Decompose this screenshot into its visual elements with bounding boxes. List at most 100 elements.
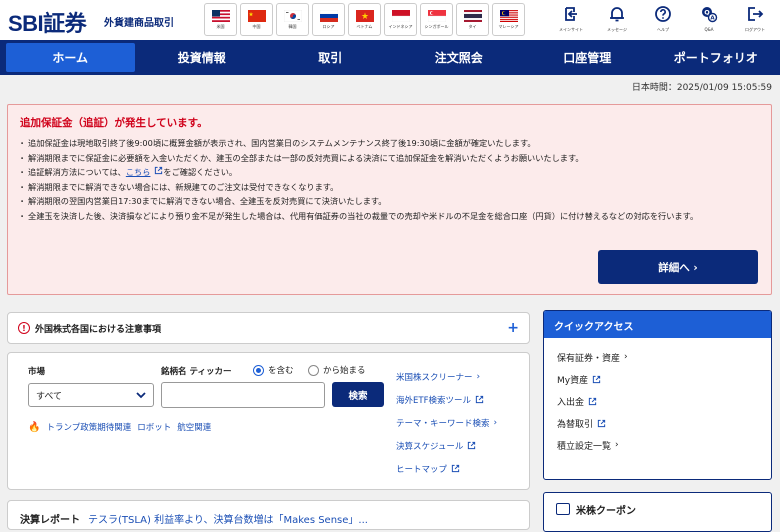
nav-portfolio[interactable]: ポートフォリオ [652, 40, 780, 75]
sg-flag-icon [428, 10, 446, 22]
tool-label: メインサイト [559, 27, 583, 33]
external-link-icon [475, 395, 484, 404]
help-button[interactable]: ヘルプ [640, 2, 686, 38]
flag-label: タイ [457, 24, 489, 29]
ru-flag-icon [320, 10, 338, 22]
nav-home[interactable]: ホーム [6, 43, 135, 72]
sbi-logo[interactable]: SBI証券 [8, 6, 86, 38]
flag-label: ロシア [313, 24, 345, 29]
top-header: SBI証券 外貨建商品取引 米国 中国 韓国 ロシア ベトナム インドネシア [0, 0, 780, 40]
us-flag-icon [212, 10, 230, 22]
quick-label: My資産 [557, 373, 588, 386]
qa-icon: QA [700, 5, 718, 23]
main-site-icon [562, 5, 580, 23]
country-notice-panel[interactable]: ! 外国株式各国における注意事項 + [7, 312, 530, 344]
alert-line: 解消期限までに保証金に必要額を入金いただくか、建玉の全部または一部の反対売買によ… [20, 151, 759, 166]
report-title: 決算レポート [20, 515, 80, 526]
alert-line-link: 追証解消方法については、こちら をご確認ください。 [20, 165, 759, 180]
etf-search-link[interactable]: 海外ETF検索ツール [396, 388, 497, 411]
logout-icon [746, 5, 764, 23]
quick-label: 入出金 [557, 395, 584, 408]
us-stock-coupon-panel[interactable]: 米株クーポン [543, 492, 772, 532]
coupon-icon [556, 503, 570, 515]
keyword-link[interactable]: 航空関連 [177, 421, 211, 433]
alert-here-link[interactable]: こちら [126, 167, 151, 177]
link-label: テーマ・キーワード検索 [396, 417, 490, 429]
flag-label: 米国 [205, 24, 237, 29]
trending-keywords: 🔥 トランプ政策期待関連 ロボット 航空関連 [28, 421, 211, 433]
quick-my-assets-link[interactable]: My資産 [544, 368, 771, 390]
main-site-button[interactable]: メインサイト [548, 2, 594, 38]
flag-label: ベトナム [349, 24, 381, 29]
flag-ru[interactable]: ロシア [312, 3, 345, 36]
tool-links: 米国株スクリーナー› 海外ETF検索ツール テーマ・キーワード検索 › 決算スケジ… [396, 365, 497, 480]
expand-plus-icon[interactable]: + [507, 320, 519, 336]
nav-market-info[interactable]: 投資情報 [138, 40, 267, 75]
keyword-link[interactable]: ロボット [137, 421, 171, 433]
radio-starts-label: から始まる [323, 364, 366, 376]
external-link-icon [467, 441, 476, 450]
quick-holdings-link[interactable]: 保有証券・資産› [544, 346, 771, 368]
svg-text:A: A [710, 16, 715, 22]
flag-vn[interactable]: ベトナム [348, 3, 381, 36]
external-link-icon [588, 397, 597, 406]
nav-trade[interactable]: 取引 [266, 40, 395, 75]
flag-label: 韓国 [277, 24, 309, 29]
logout-button[interactable]: ログアウト [732, 2, 778, 38]
flag-kr[interactable]: 韓国 [276, 3, 309, 36]
quick-label: 保有証券・資産 [557, 351, 620, 364]
tool-label: メッセージ [607, 27, 627, 33]
alert-link-suffix: をご確認ください。 [163, 167, 237, 177]
earnings-schedule-link[interactable]: 決算スケジュール [396, 434, 497, 457]
flag-id[interactable]: インドネシア [384, 3, 417, 36]
alert-link-prefix: 追証解消方法については、 [28, 167, 126, 177]
flag-my[interactable]: マレーシア [492, 3, 525, 36]
quick-recurring-link[interactable]: 積立設定一覧› [544, 434, 771, 456]
us-stock-screener-link[interactable]: 米国株スクリーナー› [396, 365, 497, 388]
cn-flag-icon [248, 10, 266, 22]
search-button[interactable]: 検索 [332, 382, 384, 407]
flag-label: 中国 [241, 24, 273, 29]
flag-cn[interactable]: 中国 [240, 3, 273, 36]
alert-line: 全建玉を決済した後、決済損などにより預り金不足が発生した場合は、代用有価証券の当… [20, 209, 759, 224]
nav-account[interactable]: 口座管理 [523, 40, 652, 75]
qa-button[interactable]: QA Q&A [686, 2, 732, 38]
report-link[interactable]: テスラ(TSLA) 利益率より、決算台数増は「Makes Sense」... [88, 515, 368, 526]
heatmap-link[interactable]: ヒートマップ [396, 457, 497, 480]
link-label: 米国株スクリーナー [396, 371, 473, 383]
earnings-report-panel[interactable]: 決算レポートテスラ(TSLA) 利益率より、決算台数増は「Makes Sense… [7, 500, 530, 530]
fire-icon: 🔥 [28, 422, 40, 433]
link-label: 海外ETF検索ツール [396, 394, 471, 406]
flag-us[interactable]: 米国 [204, 3, 237, 36]
alert-line: 解消期限の翌国内営業日17:30までに解消できない場合、全建玉を反対売買にて決済… [20, 194, 759, 209]
market-select[interactable]: すべて [28, 383, 154, 407]
market-label: 市場 [28, 365, 45, 377]
external-link-icon [592, 375, 601, 384]
flag-th[interactable]: タイ [456, 3, 489, 36]
message-button[interactable]: メッセージ [594, 2, 640, 38]
notice-title: 外国株式各国における注意事項 [35, 322, 507, 335]
chevron-right-icon: › [494, 418, 498, 428]
flag-label: マレーシア [493, 24, 525, 29]
help-icon [654, 5, 672, 23]
external-link-icon [597, 419, 606, 428]
alert-line: 追加保証金は現地取引終了後9:00頃に概算金額が表示され、国内営業日のシステムメ… [20, 136, 759, 151]
header-tools: メインサイト メッセージ ヘルプ QA Q&A ログアウト [548, 2, 778, 38]
radio-contains[interactable]: を含む [253, 364, 294, 376]
quick-deposit-link[interactable]: 入出金 [544, 390, 771, 412]
quick-fx-link[interactable]: 為替取引 [544, 412, 771, 434]
detail-button[interactable]: 詳細へ › [598, 250, 758, 284]
radio-selected-icon [253, 365, 264, 376]
quick-label: 為替取引 [557, 417, 593, 430]
radio-starts-with[interactable]: から始まる [308, 364, 366, 376]
chevron-down-icon [135, 389, 147, 401]
theme-search-link[interactable]: テーマ・キーワード検索 › [396, 411, 497, 434]
keyword-link[interactable]: トランプ政策期待関連 [46, 421, 131, 433]
nav-order-inquiry[interactable]: 注文照会 [395, 40, 524, 75]
flag-label: シンガポール [421, 24, 453, 29]
link-label: ヒートマップ [396, 463, 447, 475]
ticker-input[interactable] [161, 382, 325, 408]
flag-sg[interactable]: シンガポール [420, 3, 453, 36]
stock-search-panel: 市場 すべて 銘柄名 ティッカー を含む から始まる 検索 🔥 トランプ政策期待… [7, 352, 530, 490]
global-nav: ホーム 投資情報 取引 注文照会 口座管理 ポートフォリオ [0, 40, 780, 75]
